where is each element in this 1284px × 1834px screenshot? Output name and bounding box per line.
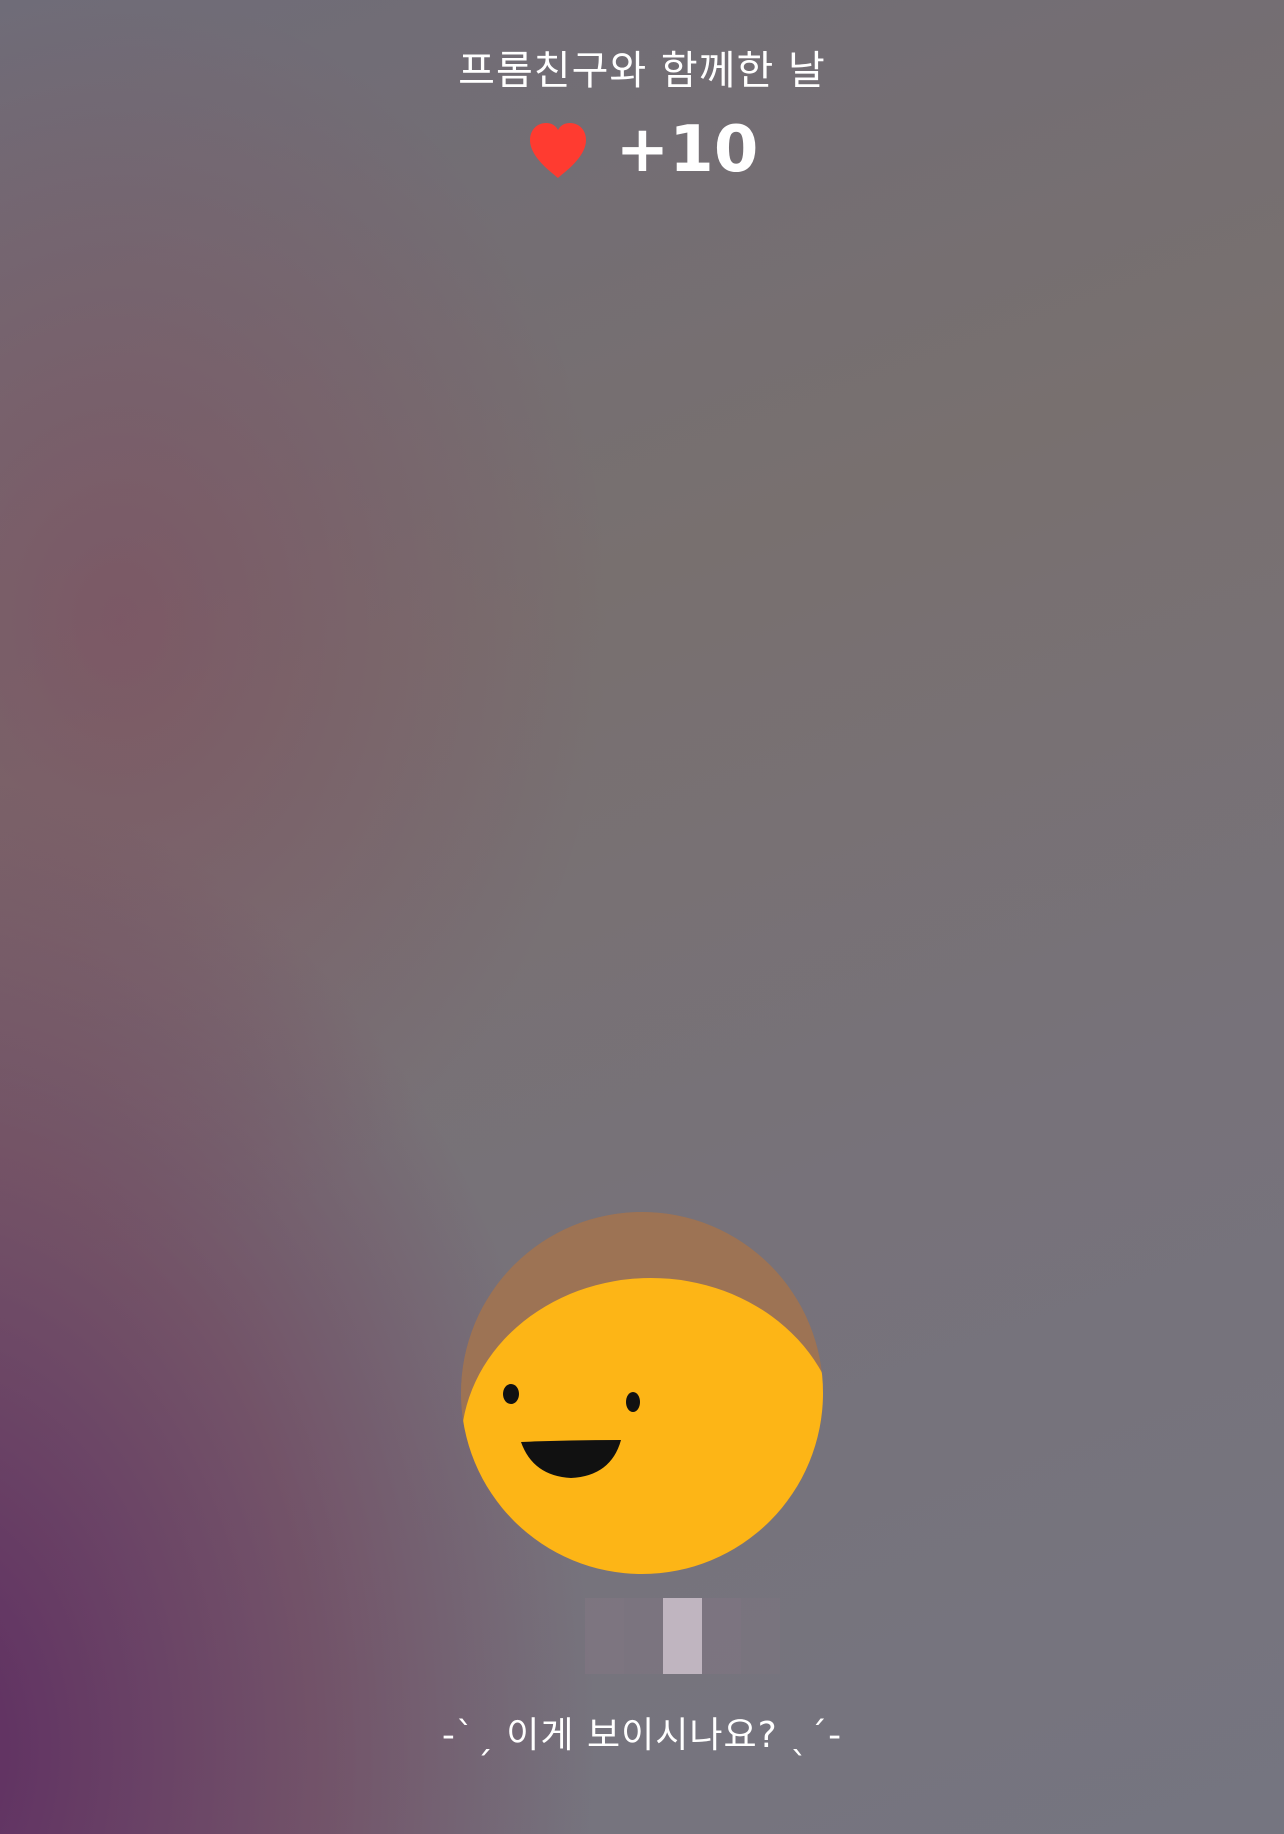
caption-text: -ˋˏ 이게 보이시나요? ˎˊ- bbox=[441, 1715, 843, 1756]
reward-display: +10 bbox=[0, 118, 1284, 182]
loading-segment bbox=[624, 1598, 663, 1674]
loading-indicator bbox=[585, 1598, 780, 1674]
loading-segment bbox=[702, 1598, 741, 1674]
heart-icon bbox=[529, 123, 586, 178]
smiley-face-icon bbox=[461, 1212, 823, 1574]
page-title: 프롬친구와 함께한 날 bbox=[458, 48, 826, 94]
loading-segment bbox=[663, 1598, 702, 1674]
avatar[interactable] bbox=[461, 1212, 823, 1574]
loading-segment bbox=[741, 1598, 780, 1674]
loading-segment bbox=[585, 1598, 624, 1674]
reward-value: +10 bbox=[615, 113, 759, 187]
